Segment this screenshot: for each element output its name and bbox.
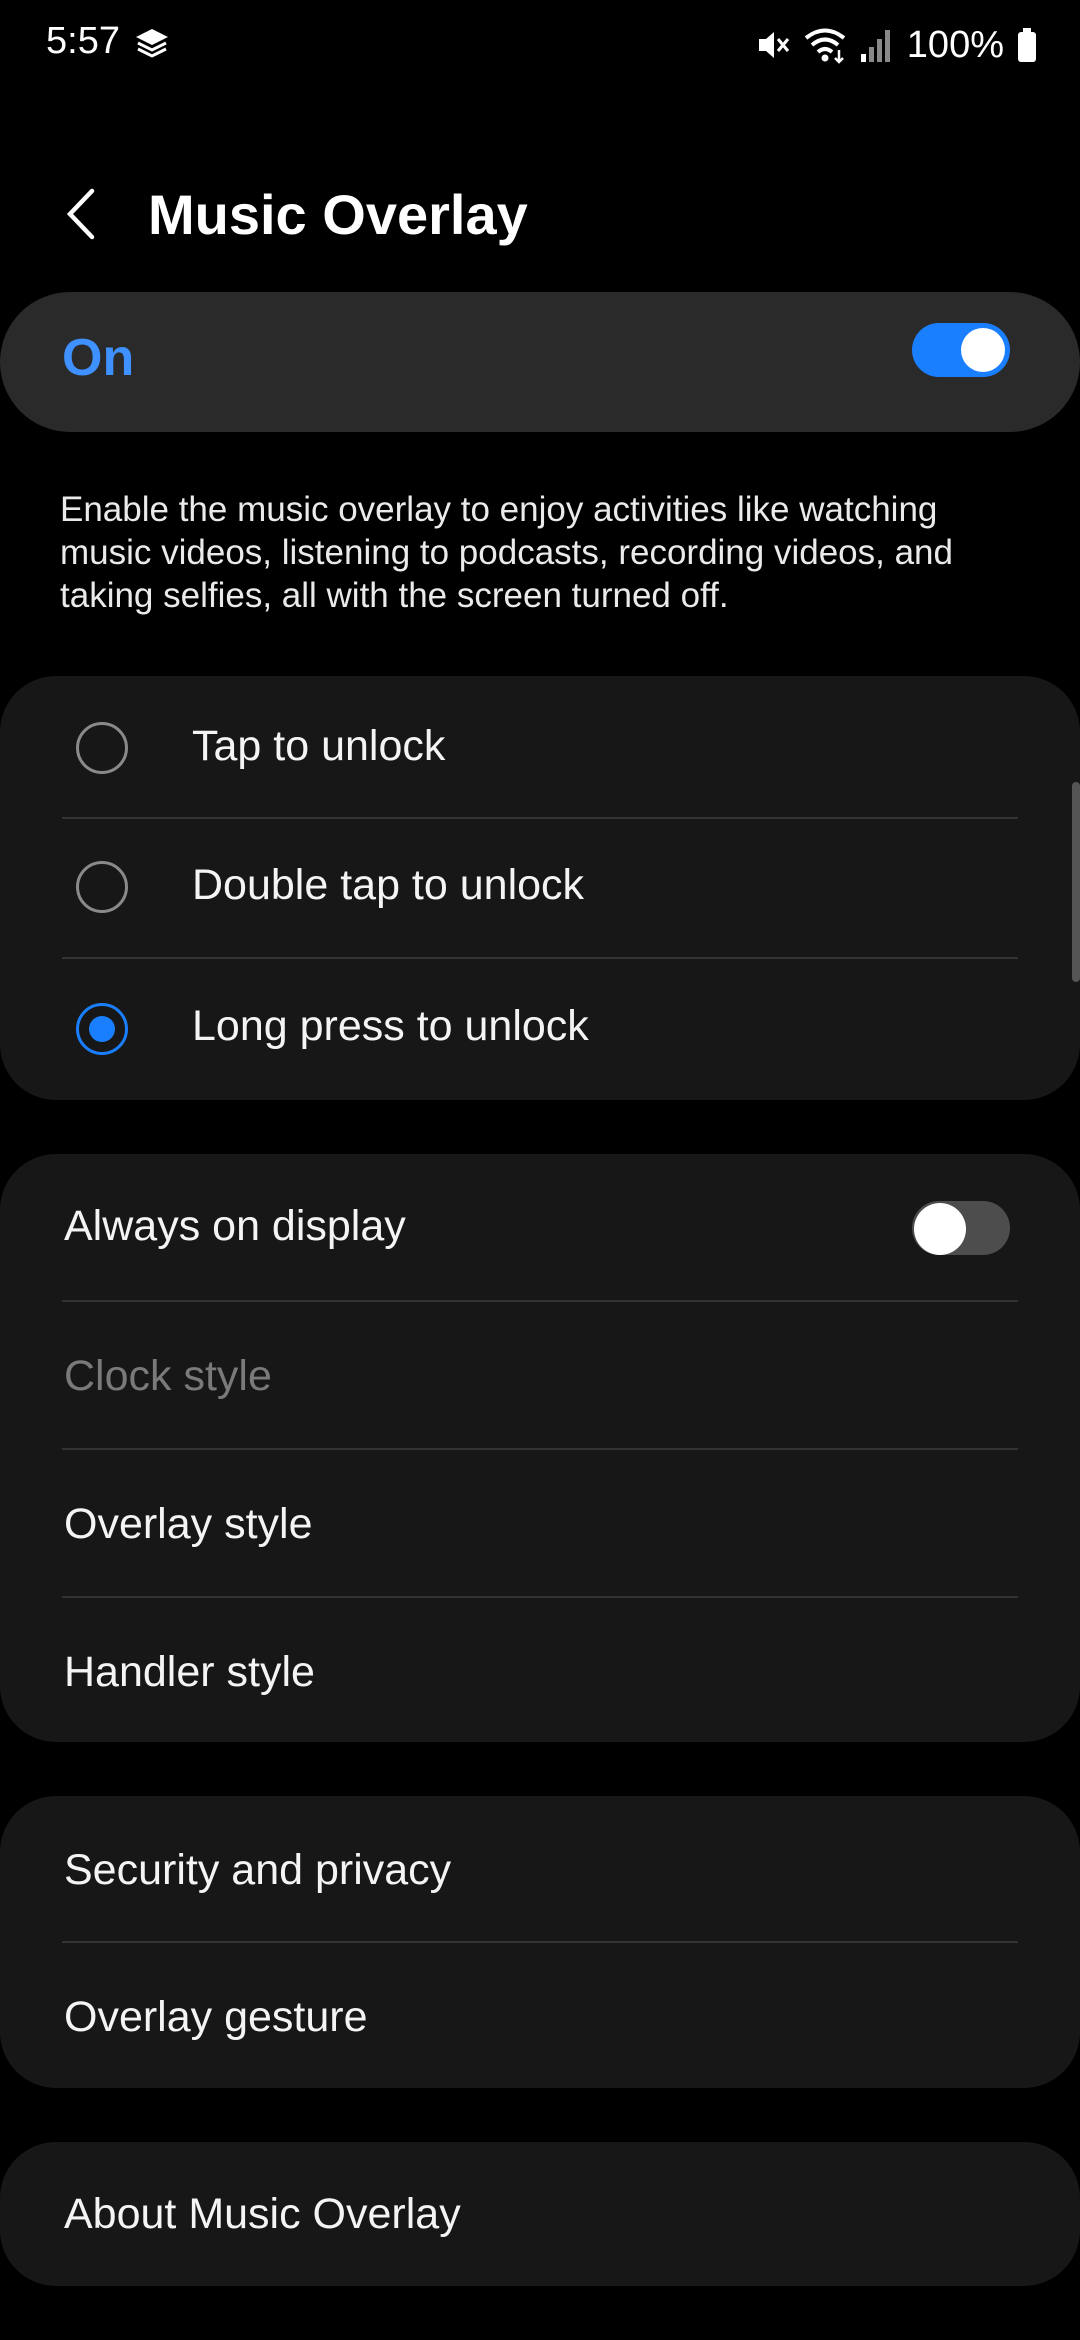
status-bar: 5:57 100% [0, 0, 1080, 92]
handler-style-label: Handler style [64, 1648, 315, 1696]
radio-label: Tap to unlock [192, 722, 446, 770]
clock-style-label: Clock style [64, 1352, 272, 1400]
toggle-knob [914, 1203, 966, 1255]
about-card: About Music Overlay [0, 2142, 1080, 2286]
radio-option-tap[interactable]: Tap to unlock [0, 676, 1080, 816]
chevron-left-icon [62, 187, 102, 246]
always-on-display-label: Always on display [64, 1202, 406, 1250]
overlay-style-row[interactable]: Overlay style [0, 1450, 1080, 1596]
radio-option-double-tap[interactable]: Double tap to unlock [0, 818, 1080, 957]
radio-button[interactable] [76, 861, 128, 913]
page-title: Music Overlay [148, 183, 528, 246]
security-settings-card: Security and privacy Overlay gesture [0, 1796, 1080, 2088]
unlock-options-card: Tap to unlock Double tap to unlock Long … [0, 676, 1080, 1100]
master-switch-label: On [62, 329, 135, 387]
scrollbar[interactable] [1072, 782, 1080, 982]
about-label: About Music Overlay [64, 2190, 461, 2238]
mute-icon [755, 26, 791, 64]
description-text: Enable the music overlay to enjoy activi… [60, 490, 953, 615]
battery-percent: 100% [906, 23, 1004, 66]
master-toggle[interactable] [912, 323, 1010, 377]
about-row[interactable]: About Music Overlay [0, 2142, 1080, 2286]
security-privacy-row[interactable]: Security and privacy [0, 1796, 1080, 1942]
layers-icon [132, 24, 172, 64]
battery-icon [1016, 26, 1038, 64]
overlay-gesture-label: Overlay gesture [64, 1993, 368, 2041]
app-header: Music Overlay [0, 160, 1080, 264]
status-time: 5:57 [46, 20, 120, 62]
radio-button-selected[interactable] [76, 1003, 128, 1055]
overlay-gesture-row[interactable]: Overlay gesture [0, 1943, 1080, 2088]
status-icons: 100% [755, 20, 1038, 70]
wifi-icon [803, 26, 847, 64]
signal-icon [859, 26, 891, 64]
back-button[interactable] [44, 178, 120, 254]
display-settings-card: Always on display Clock style Overlay st… [0, 1154, 1080, 1742]
always-on-display-row[interactable]: Always on display [0, 1154, 1080, 1300]
radio-option-long-press[interactable]: Long press to unlock [0, 958, 1080, 1100]
handler-style-row[interactable]: Handler style [0, 1598, 1080, 1742]
toggle-knob [961, 328, 1005, 372]
security-privacy-label: Security and privacy [64, 1846, 452, 1894]
radio-label: Double tap to unlock [192, 861, 585, 909]
radio-button[interactable] [76, 722, 128, 774]
always-on-display-toggle[interactable] [912, 1201, 1010, 1255]
radio-label: Long press to unlock [192, 1002, 589, 1050]
overlay-style-label: Overlay style [64, 1500, 313, 1548]
clock-style-row: Clock style [0, 1302, 1080, 1448]
